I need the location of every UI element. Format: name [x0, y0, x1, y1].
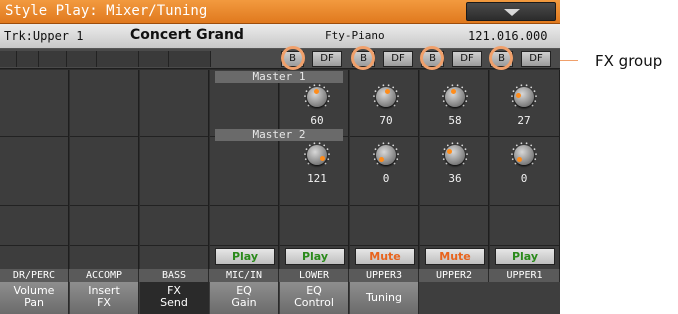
master-2-value: 121 — [307, 172, 327, 185]
mute-button-upper2[interactable]: Mute — [425, 248, 485, 265]
master-1-value: 70 — [379, 114, 393, 127]
channel-label: UPPER1 — [490, 269, 560, 282]
tab-bar: Volume Pan Insert FX FX Send EQ Gain EQ Contr… — [0, 282, 560, 314]
play-button-upper1[interactable]: Play — [495, 248, 555, 265]
master-1-label: Master 1 — [215, 71, 343, 83]
tab-eq-gain[interactable]: EQ Gain — [210, 282, 279, 314]
master-2-label: Master 2 — [215, 129, 343, 141]
master-1-value: 58 — [448, 114, 462, 127]
fx-cell — [39, 51, 67, 67]
tab-tuning[interactable]: Tuning — [350, 282, 419, 314]
fx-df-button-lower[interactable]: DF — [312, 51, 342, 67]
master-1-knob[interactable] — [304, 84, 330, 110]
channel-label: BASS — [140, 269, 209, 282]
fx-cell — [169, 51, 211, 67]
channel-label: UPPER2 — [420, 269, 489, 282]
master-1-knob[interactable] — [373, 84, 399, 110]
channel-strip — [0, 70, 69, 269]
fx-group-highlight — [351, 46, 375, 70]
fx-bar: B DF B DF B DF B DF — [0, 49, 560, 69]
play-button-lower[interactable]: Play — [285, 248, 345, 265]
tab-eq-control[interactable]: EQ Control — [280, 282, 349, 314]
channel-strips: Master 1 Master 2 60 70 58 27 121 0 36 0 Play … — [0, 70, 560, 269]
fx-group-highlight — [489, 46, 513, 70]
callout-line — [560, 60, 578, 61]
fx-cell — [67, 51, 97, 67]
mute-button-upper3[interactable]: Mute — [355, 248, 415, 265]
song-position: 121.016.000 — [468, 29, 548, 43]
mixer-screen: Style Play: Mixer/Tuning Trk:Upper 1 Con… — [0, 0, 560, 314]
title-bar: Style Play: Mixer/Tuning — [0, 0, 560, 24]
tab-insert-fx[interactable]: Insert FX — [70, 282, 139, 314]
master-2-knob[interactable] — [511, 142, 537, 168]
fx-group-highlight — [420, 46, 444, 70]
channel-label: LOWER — [280, 269, 349, 282]
master-2-knob[interactable] — [373, 142, 399, 168]
master-2-knob[interactable] — [442, 142, 468, 168]
track-info-bar: Trk:Upper 1 Concert Grand Fty-Piano 121.… — [0, 24, 560, 49]
channel-label: MIC/IN — [210, 269, 279, 282]
fx-df-button-upper1[interactable]: DF — [521, 51, 551, 67]
channel-strip — [140, 70, 209, 269]
master-1-value: 60 — [310, 114, 324, 127]
tab-fx-send[interactable]: FX Send — [140, 282, 209, 314]
master-2-value: 0 — [520, 172, 528, 185]
master-2-value: 36 — [448, 172, 462, 185]
fx-df-button-upper2[interactable]: DF — [452, 51, 482, 67]
menu-arrow-icon — [504, 9, 520, 16]
master-2-value: 0 — [382, 172, 390, 185]
sound-bank: Fty-Piano — [325, 29, 385, 42]
fx-cell — [0, 51, 17, 67]
channel-labels: DR/PERC ACCOMP BASS MIC/IN LOWER UPPER3 … — [0, 269, 560, 282]
fx-cell — [97, 51, 139, 67]
page-menu-button[interactable] — [466, 2, 556, 21]
master-2-knob[interactable] — [304, 142, 330, 168]
page-title: Style Play: Mixer/Tuning — [5, 3, 208, 19]
master-1-knob[interactable] — [442, 84, 468, 110]
master-1-knob[interactable] — [511, 84, 537, 110]
channel-label: DR/PERC — [0, 269, 69, 282]
channel-label: ACCOMP — [70, 269, 139, 282]
channel-label: UPPER3 — [350, 269, 419, 282]
fx-group-highlight — [281, 46, 305, 70]
play-button-mic-in[interactable]: Play — [215, 248, 275, 265]
track-name: Trk:Upper 1 — [4, 29, 84, 43]
fx-cell — [17, 51, 39, 67]
master-1-value: 27 — [517, 114, 531, 127]
callout-label: FX group — [595, 52, 663, 70]
sound-name[interactable]: Concert Grand — [130, 27, 244, 43]
tab-volume-pan[interactable]: Volume Pan — [0, 282, 69, 314]
fx-df-button-upper3[interactable]: DF — [383, 51, 413, 67]
channel-strip — [210, 70, 279, 269]
fx-cell — [139, 51, 169, 67]
channel-strip — [70, 70, 139, 269]
